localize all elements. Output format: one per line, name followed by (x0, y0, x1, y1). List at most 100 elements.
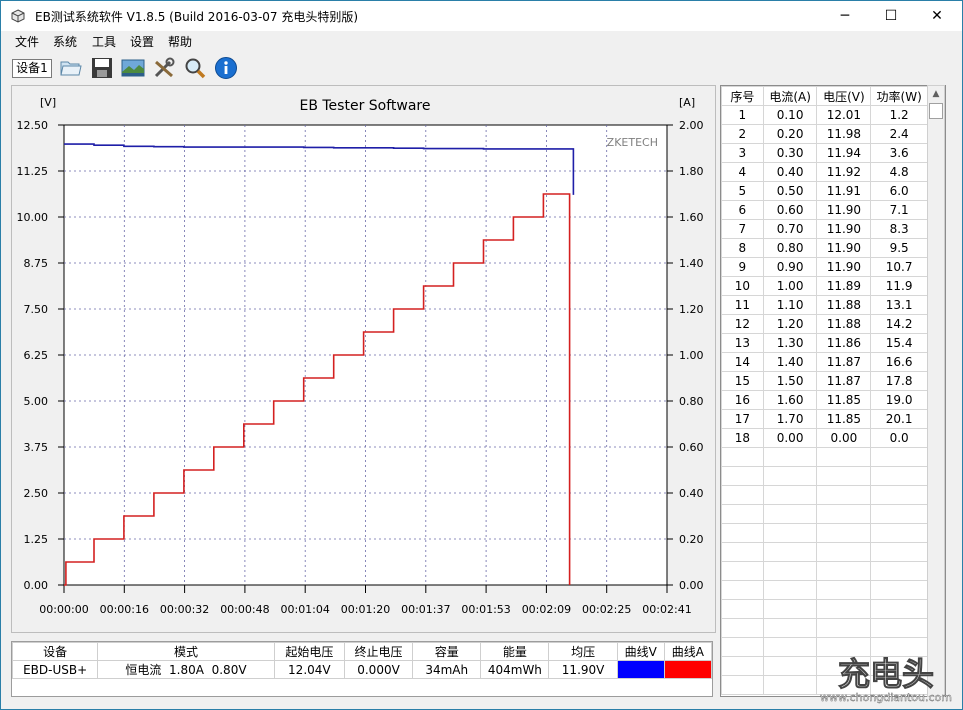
table-row[interactable]: 13 1.30 11.86 15.4 (721, 333, 928, 353)
empty-cell (816, 599, 872, 619)
x-tick-label: 00:02:25 (582, 603, 631, 616)
summary-header-curve-v: 曲线V (616, 642, 665, 661)
summary-end-voltage: 0.000V (343, 660, 414, 679)
row-index: 3 (721, 143, 764, 163)
row-voltage: 11.91 (816, 181, 872, 201)
row-index: 5 (721, 181, 764, 201)
empty-cell (762, 542, 818, 562)
empty-cell (721, 466, 764, 486)
empty-cell (762, 561, 818, 581)
y-right-tick-label: 1.20 (679, 303, 704, 316)
table-row[interactable]: 12 1.20 11.88 14.2 (721, 314, 928, 334)
y-right-tick-label: 1.80 (679, 165, 704, 178)
table-row[interactable]: 3 0.30 11.94 3.6 (721, 143, 928, 163)
empty-cell (762, 466, 818, 486)
row-voltage: 11.88 (816, 314, 872, 334)
magnifier-icon[interactable] (183, 56, 207, 80)
table-row[interactable]: 7 0.70 11.90 8.3 (721, 219, 928, 239)
row-voltage: 11.86 (816, 333, 872, 353)
readings-table: 序号 电流(A) 电压(V) 功率(W) 1 0.10 12.01 1.2 2 0.20 1… (721, 86, 928, 695)
table-row[interactable]: 11 1.10 11.88 13.1 (721, 295, 928, 315)
menu-tools[interactable]: 工具 (92, 33, 116, 50)
row-power: 17.8 (870, 371, 928, 391)
empty-cell (721, 675, 764, 695)
x-tick-label: 00:00:32 (160, 603, 209, 616)
right-axis-unit: [A] (679, 96, 695, 109)
row-power: 19.0 (870, 390, 928, 410)
device-tab[interactable]: 设备1 (12, 59, 52, 78)
row-index: 10 (721, 276, 764, 296)
table-row[interactable]: 9 0.90 11.90 10.7 (721, 257, 928, 277)
menu-system[interactable]: 系统 (53, 33, 77, 50)
scroll-up-icon[interactable]: ▲ (928, 86, 944, 102)
curve-a-color-swatch[interactable] (663, 660, 713, 679)
x-tick-label: 00:01:37 (401, 603, 450, 616)
maximize-button[interactable]: ☐ (868, 1, 914, 31)
table-row[interactable]: 10 1.00 11.89 11.9 (721, 276, 928, 296)
save-icon[interactable] (90, 56, 114, 80)
y-left-tick-label: 1.25 (24, 533, 49, 546)
table-row[interactable]: 17 1.70 11.85 20.1 (721, 409, 928, 429)
table-row[interactable]: 6 0.60 11.90 7.1 (721, 200, 928, 220)
y-right-tick-label: 2.00 (679, 119, 704, 132)
readings-scrollbar[interactable]: ▲ (927, 85, 945, 697)
summary-panel: 设备 模式 起始电压 终止电压 容量 能量 均压 曲线V 曲线A EBD-USB… (11, 641, 713, 697)
info-icon[interactable] (214, 56, 238, 80)
empty-cell (870, 504, 928, 524)
row-power: 11.9 (870, 276, 928, 296)
table-row[interactable]: 5 0.50 11.91 6.0 (721, 181, 928, 201)
summary-header-curve-a: 曲线A (663, 642, 713, 661)
y-right-tick-label: 0.80 (679, 395, 704, 408)
empty-cell (721, 656, 764, 676)
table-row[interactable]: 18 0.00 0.00 0.0 (721, 428, 928, 448)
y-left-tick-label: 2.50 (24, 487, 49, 500)
row-power: 1.2 (870, 105, 928, 125)
row-index: 9 (721, 257, 764, 277)
table-row[interactable]: 2 0.20 11.98 2.4 (721, 124, 928, 144)
y-right-tick-label: 1.60 (679, 211, 704, 224)
summary-header-capacity: 容量 (412, 642, 482, 661)
row-power: 0.0 (870, 428, 928, 448)
minimize-button[interactable]: ─ (822, 1, 868, 31)
y-left-tick-label: 0.00 (24, 579, 49, 592)
row-index: 14 (721, 352, 764, 372)
window-title: EB测试系统软件 V1.8.5 (Build 2016-03-07 充电头特别版… (35, 10, 359, 24)
summary-header-mode: 模式 (97, 642, 275, 661)
summary-device: EBD-USB+ (11, 660, 99, 679)
table-row-empty (721, 618, 928, 638)
tools-icon[interactable] (152, 56, 176, 80)
table-row[interactable]: 15 1.50 11.87 17.8 (721, 371, 928, 391)
menu-file[interactable]: 文件 (15, 33, 39, 50)
table-row[interactable]: 1 0.10 12.01 1.2 (721, 105, 928, 125)
table-row[interactable]: 4 0.40 11.92 4.8 (721, 162, 928, 182)
table-row[interactable]: 8 0.80 11.90 9.5 (721, 238, 928, 258)
row-current: 1.00 (762, 276, 818, 296)
empty-cell (721, 618, 764, 638)
y-right-tick-label: 0.60 (679, 441, 704, 454)
close-icon: ✕ (931, 8, 943, 24)
row-index: 18 (721, 428, 764, 448)
table-row[interactable]: 16 1.60 11.85 19.0 (721, 390, 928, 410)
menu-settings[interactable]: 设置 (130, 33, 154, 50)
row-power: 3.6 (870, 143, 928, 163)
summary-mode: 恒电流 1.80A 0.80V (97, 660, 275, 679)
empty-cell (762, 656, 818, 676)
summary-header-end-voltage: 终止电压 (343, 642, 414, 661)
scroll-thumb[interactable] (929, 103, 943, 119)
summary-header-avg-voltage: 均压 (548, 642, 618, 661)
folder-open-icon[interactable] (59, 56, 83, 80)
summary-header-start-voltage: 起始电压 (273, 642, 345, 661)
row-power: 7.1 (870, 200, 928, 220)
summary-header-energy: 能量 (480, 642, 550, 661)
y-axis-left: 12.50 11.25 10.00 8.75 7.50 6.25 5.00 3.75 2.50 1… (17, 119, 64, 592)
row-current: 0.60 (762, 200, 818, 220)
chart-image-icon[interactable] (121, 56, 145, 80)
row-voltage: 11.90 (816, 200, 872, 220)
menu-help[interactable]: 帮助 (168, 33, 192, 50)
row-voltage: 11.85 (816, 390, 872, 410)
empty-cell (762, 618, 818, 638)
table-row[interactable]: 14 1.40 11.87 16.6 (721, 352, 928, 372)
row-power: 10.7 (870, 257, 928, 277)
curve-v-color-swatch[interactable] (616, 660, 665, 679)
close-button[interactable]: ✕ (914, 1, 960, 31)
